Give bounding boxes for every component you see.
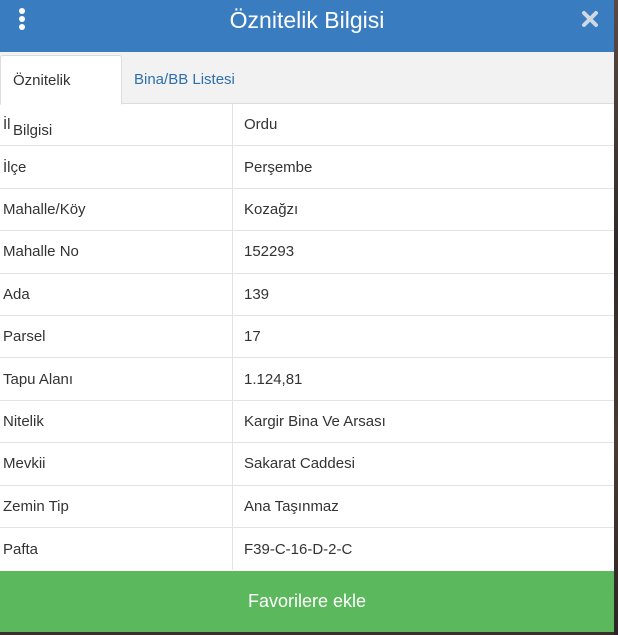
attribute-value: 17 [244,328,261,346]
attribute-key: Nitelik [0,400,233,443]
attribute-value: Perşembe [244,158,313,176]
attribute-panel: Öznitelik Bilgisi Öznitelik Bilgisi Bina… [0,0,614,635]
table-row: Mahalle No 152293 [0,231,614,274]
table-row: Tapu Alanı 1.124,81 [0,358,614,401]
table-row: Zemin Tip Ana Taşınmaz [0,485,614,528]
tab-bar: Öznitelik Bilgisi Bina/BB Listesi [0,52,614,139]
attribute-key: Parsel [0,315,233,358]
panel-title: Öznitelik Bilgisi [229,7,385,33]
attribute-key: Mahalle No [0,231,233,273]
attribute-value: Kargir Bina Ve Arsası [244,412,386,430]
attribute-value: Sakarat Caddesi [244,455,355,473]
attribute-value: F39-C-16-D-2-C [244,540,353,558]
table-row: Mahalle/Köy Kozağzı [0,188,614,232]
attribute-value: Ana Taşınmaz [244,497,339,515]
attribute-key: İl [0,104,233,146]
table-row: İlçe Perşembe [0,146,614,189]
attribute-value: Ordu [244,116,278,134]
close-icon[interactable] [580,9,600,29]
attribute-key: Mahalle/Köy [0,188,233,231]
tab-building-list[interactable]: Bina/BB Listesi [122,55,247,103]
attribute-key: Mevkii [0,443,233,485]
table-row: Pafta F39-C-16-D-2-C [0,527,614,571]
table-row: Nitelik Kargir Bina Ve Arsası [0,400,614,444]
tab-attribute-info[interactable]: Öznitelik Bilgisi [0,55,122,139]
table-row: Ada 139 [0,273,614,316]
attribute-key: Tapu Alanı [0,358,233,400]
add-to-favorites-button[interactable]: Favorilere ekle [0,571,614,632]
table-row: Parsel 17 [0,315,614,359]
attribute-key: Pafta [0,527,233,571]
table-row: İl Ordu [0,104,614,147]
attribute-key: İlçe [0,146,233,188]
map-background-strip [614,0,618,635]
attribute-value: Kozağzı [244,200,299,218]
attribute-key: Ada [0,273,233,315]
panel-header: Öznitelik Bilgisi [0,0,614,52]
attribute-value: 139 [244,285,270,303]
attribute-value: 152293 [244,243,295,261]
attribute-value: 1.124,81 [244,370,303,388]
attribute-key: Zemin Tip [0,485,233,527]
attribute-table: İl Ordu İlçe Perşembe Mahalle/Köy Kozağz… [0,104,614,571]
table-row: Mevkii Sakarat Caddesi [0,443,614,486]
